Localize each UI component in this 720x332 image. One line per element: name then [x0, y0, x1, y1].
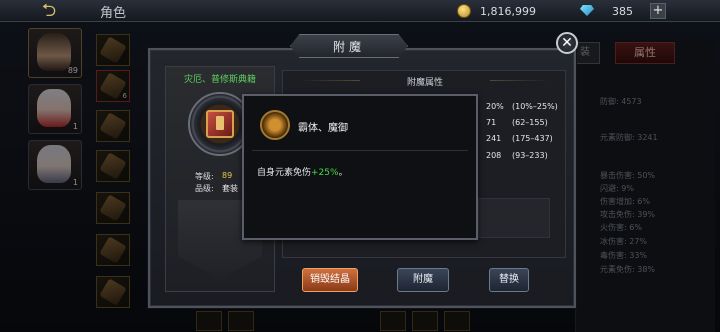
grade-value: 套装 [222, 184, 238, 193]
enchant-button[interactable]: 附魔 [397, 268, 449, 292]
game-screen: ⮌ 角色 1,816,999 385 + 89 1 1 6 装 属性 防御: 4… [0, 0, 720, 332]
gold-amount: 1,816,999 [480, 5, 536, 18]
attribute-value: 20% [486, 102, 504, 111]
skill-desc-suffix: 。 [338, 168, 348, 178]
grade-label: 品级: [195, 184, 214, 193]
level-value: 89 [222, 171, 233, 180]
add-gems-button[interactable]: + [650, 3, 666, 19]
attribute-value: 241 [486, 134, 502, 143]
attribute-range: (175–437) [512, 134, 553, 143]
locked-slot [478, 198, 550, 238]
crown-icon [260, 110, 290, 140]
skill-description: 自身元素免伤+25%。 [257, 165, 348, 178]
attribute-range: (62–155) [512, 118, 548, 127]
replace-button[interactable]: 替换 [489, 268, 529, 292]
page-title: 角色 [100, 6, 127, 21]
dialog-title: 附魔 [332, 40, 365, 54]
attribute-value: 208 [486, 151, 502, 160]
close-button[interactable]: ✕ [556, 32, 578, 54]
skill-desc-text: 自身元素免伤 [257, 168, 312, 178]
back-arrow-icon[interactable]: ⮌ [34, 1, 64, 21]
attributes-header: 附魔属性 [360, 75, 490, 88]
skill-name: 霸体、魔御 [298, 123, 348, 134]
item-name: 灾厄、普修斯典籍 [183, 75, 256, 85]
gem-amount: 385 [612, 5, 633, 18]
destroy-crystal-button[interactable]: 销毁结晶 [302, 268, 358, 292]
attribute-range: (93–233) [512, 151, 548, 160]
gold-coin-icon [457, 4, 471, 18]
book-icon[interactable] [206, 110, 234, 138]
level-label: 等级: [195, 172, 214, 181]
attribute-value: 71 [486, 118, 497, 127]
attribute-range: (10%–25%) [512, 102, 558, 111]
skill-desc-value: +25% [311, 168, 339, 178]
tooltip-divider [252, 150, 468, 151]
